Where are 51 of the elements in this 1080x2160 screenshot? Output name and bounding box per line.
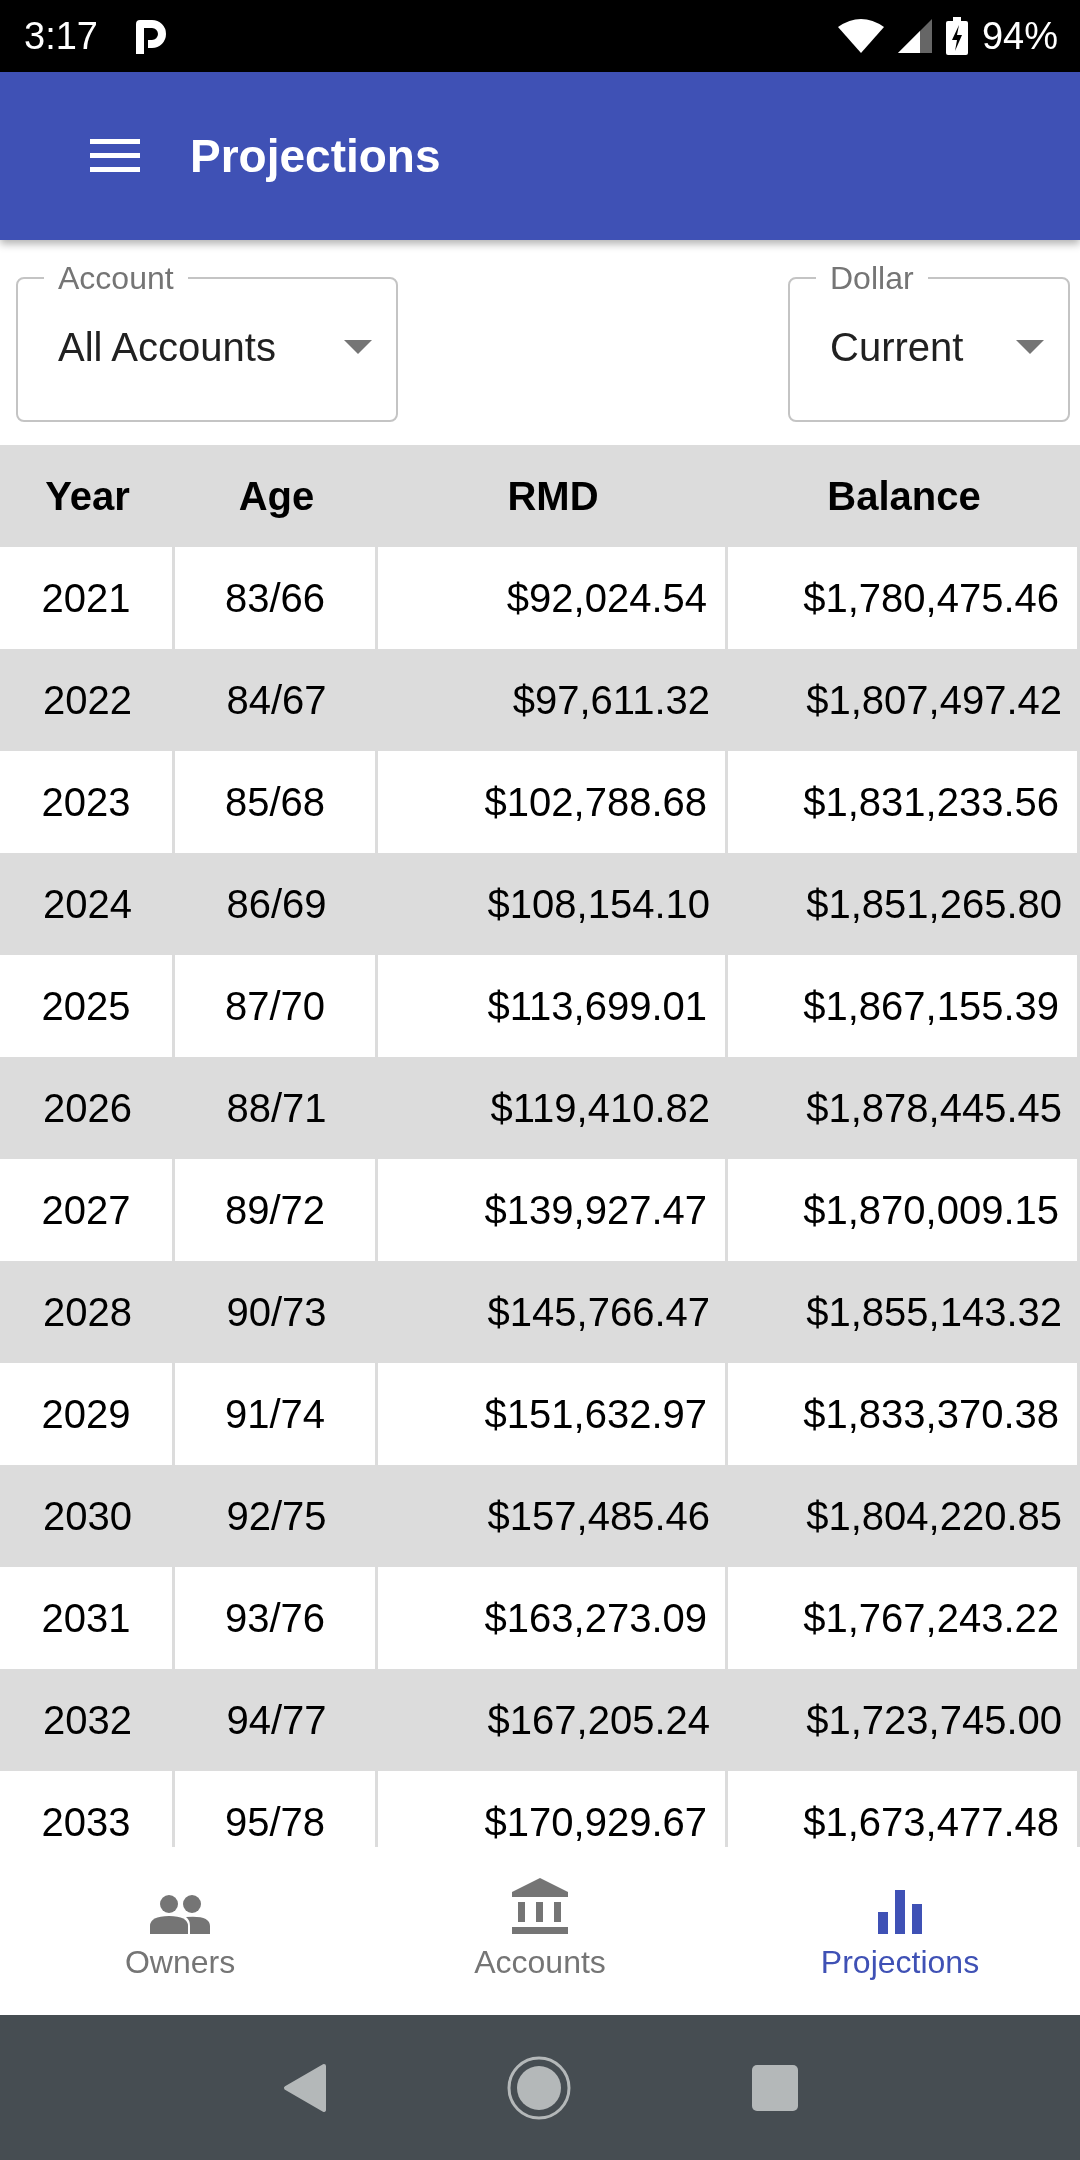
table-cell-text: 2030 [42, 1493, 133, 1540]
nav-tab[interactable]: Owners [0, 1847, 360, 2015]
table-cell-text: 2028 [42, 1289, 133, 1336]
dropdown-value: Current [830, 324, 964, 371]
table-cell-text: 2022 [42, 677, 133, 724]
recents-icon[interactable] [752, 2064, 798, 2111]
table-cell-text: 2032 [42, 1697, 133, 1744]
table-cell-text: $1,723,745.00 [805, 1697, 1063, 1744]
column-header: Balance [826, 473, 982, 520]
table-cell-text: $157,485.46 [486, 1493, 711, 1540]
wifi-icon [837, 19, 884, 53]
table-cell-text: 90/73 [225, 1289, 328, 1336]
table-cell-text: $108,154.10 [486, 881, 711, 928]
bank-icon [512, 1878, 568, 1934]
dropdown-label: Account [57, 262, 175, 294]
table-cell-text: $1,855,143.32 [805, 1289, 1063, 1336]
table-cell-text: $1,851,265.80 [805, 881, 1063, 928]
table-cell-text: 94/77 [225, 1697, 328, 1744]
home-icon[interactable] [506, 2054, 572, 2121]
table-cell-text: 86/69 [225, 881, 328, 928]
parking-icon [135, 20, 166, 57]
table-cell-text: 92/75 [225, 1493, 328, 1540]
people-icon [150, 1894, 210, 1934]
status-time: 3:17 [24, 13, 98, 59]
table-cell-text: $97,611.32 [511, 677, 711, 724]
column-header: RMD [506, 473, 600, 520]
table-cell-text: 2026 [42, 1085, 133, 1132]
app-title: Projections [190, 128, 441, 184]
table-cell-text: $1,807,497.42 [805, 677, 1063, 724]
battery-percent: 94% [981, 13, 1058, 59]
battery-icon [945, 17, 968, 55]
table-cell-text: $145,766.47 [486, 1289, 711, 1336]
column-header: Year [44, 473, 131, 520]
caret-icon [344, 340, 372, 354]
caret-icon [1016, 340, 1044, 354]
table-cell-text: $1,804,220.85 [805, 1493, 1063, 1540]
bar-chart-icon [878, 1890, 922, 1934]
signal-icon [897, 19, 932, 53]
dropdown-value: All Accounts [58, 324, 276, 371]
table-cell-text: $119,410.82 [489, 1085, 711, 1132]
table-cell-text: $167,205.24 [486, 1697, 711, 1744]
back-icon[interactable] [282, 2062, 326, 2113]
nav-tab[interactable]: Projections [720, 1847, 1080, 2015]
menu-icon[interactable] [90, 139, 140, 173]
table-cell-text: 2024 [42, 881, 133, 928]
nav-tab[interactable]: Accounts [360, 1847, 720, 2015]
table-cell-text: $1,878,445.45 [805, 1085, 1063, 1132]
column-header: Age [237, 473, 316, 520]
table-cell-text: 88/71 [225, 1085, 328, 1132]
table-cell-text: 84/67 [225, 677, 328, 724]
dropdown-label: Dollar [829, 262, 915, 294]
